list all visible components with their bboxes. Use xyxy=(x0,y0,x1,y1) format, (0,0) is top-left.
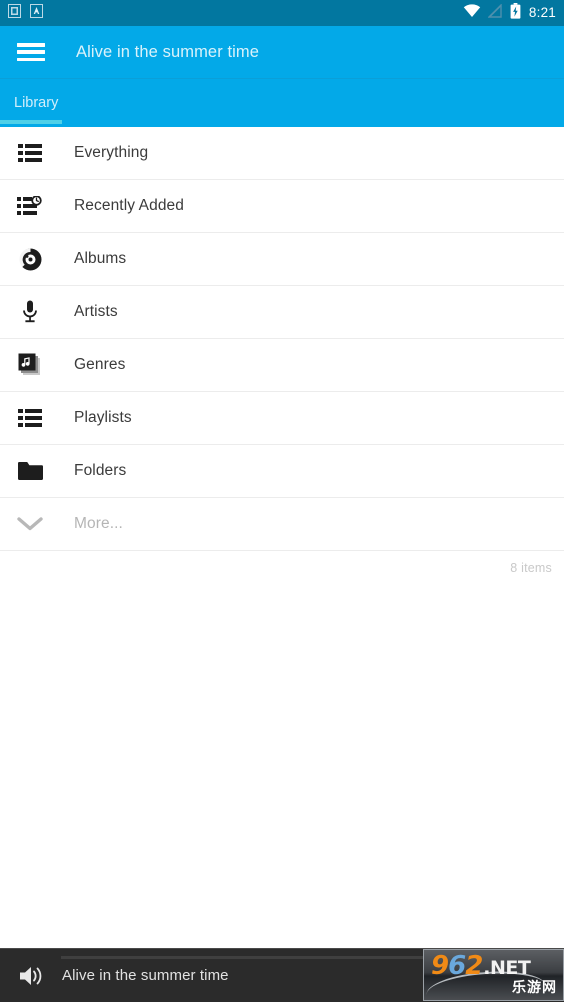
speaker-volume-icon[interactable] xyxy=(10,965,54,987)
watermark-digit-2: 2 xyxy=(465,951,483,981)
list-item-label: Artists xyxy=(74,303,118,320)
list-item-label: Recently Added xyxy=(74,197,184,214)
list-item-artists[interactable]: Artists xyxy=(0,286,564,339)
list-item-everything[interactable]: Everything xyxy=(0,127,564,180)
watermark-subtitle: 乐游网 xyxy=(512,980,557,996)
watermark-primary-text: 9 6 2 .NET xyxy=(431,951,531,981)
tab-library-label: Library xyxy=(14,95,59,111)
battery-charging-icon xyxy=(510,2,521,24)
list-item-label: Playlists xyxy=(74,409,132,426)
status-bar: 8:21 xyxy=(0,0,564,26)
status-bar-left-icons xyxy=(8,3,43,23)
no-signal-icon xyxy=(487,2,503,23)
watermark-digit-9: 9 xyxy=(431,951,449,981)
status-bar-clock: 8:21 xyxy=(528,5,556,21)
watermark-suffix: .NET xyxy=(483,957,531,979)
list-item-more[interactable]: More... xyxy=(0,498,564,551)
folder-icon xyxy=(14,455,46,487)
app-bar-title: Alive in the summer time xyxy=(76,42,260,61)
screenshot-icon xyxy=(8,3,21,23)
disc-icon xyxy=(14,243,46,275)
list-icon xyxy=(14,402,46,434)
app-root: 8:21 Alive in the summer time Library Ev… xyxy=(0,0,564,1002)
font-size-icon xyxy=(30,3,43,23)
hamburger-menu-icon[interactable] xyxy=(16,41,46,63)
app-bar: Alive in the summer time xyxy=(0,26,564,78)
list-item-label: Folders xyxy=(74,462,127,479)
list-item-recently-added[interactable]: Recently Added xyxy=(0,180,564,233)
tab-bar: Library xyxy=(0,78,564,127)
player-track-title: Alive in the summer time xyxy=(62,967,229,984)
list-item-albums[interactable]: Albums xyxy=(0,233,564,286)
tab-selected-indicator xyxy=(0,120,62,124)
list-item-label: Everything xyxy=(74,144,149,161)
library-list: Everything Recently Added Albums Artists… xyxy=(0,127,564,948)
status-bar-right-icons: 8:21 xyxy=(463,2,556,24)
list-item-genres[interactable]: Genres xyxy=(0,339,564,392)
list-item-playlists[interactable]: Playlists xyxy=(0,392,564,445)
site-watermark: 9 6 2 .NET 乐游网 xyxy=(423,949,564,1001)
chevron-down-icon xyxy=(14,508,46,540)
list-item-label: Genres xyxy=(74,356,126,373)
wifi-icon xyxy=(463,3,481,23)
list-item-label: More... xyxy=(74,515,123,532)
list-clock-icon xyxy=(14,190,46,222)
microphone-icon xyxy=(14,296,46,328)
watermark-digit-6: 6 xyxy=(448,951,466,981)
items-count-label: 8 items xyxy=(510,561,552,575)
player-bar[interactable]: Alive in the summer time 9 6 2 .NET 乐游网 xyxy=(0,948,564,1002)
list-item-folders[interactable]: Folders xyxy=(0,445,564,498)
album-stack-icon xyxy=(14,349,46,381)
list-icon xyxy=(14,137,46,169)
list-item-label: Albums xyxy=(74,250,127,267)
